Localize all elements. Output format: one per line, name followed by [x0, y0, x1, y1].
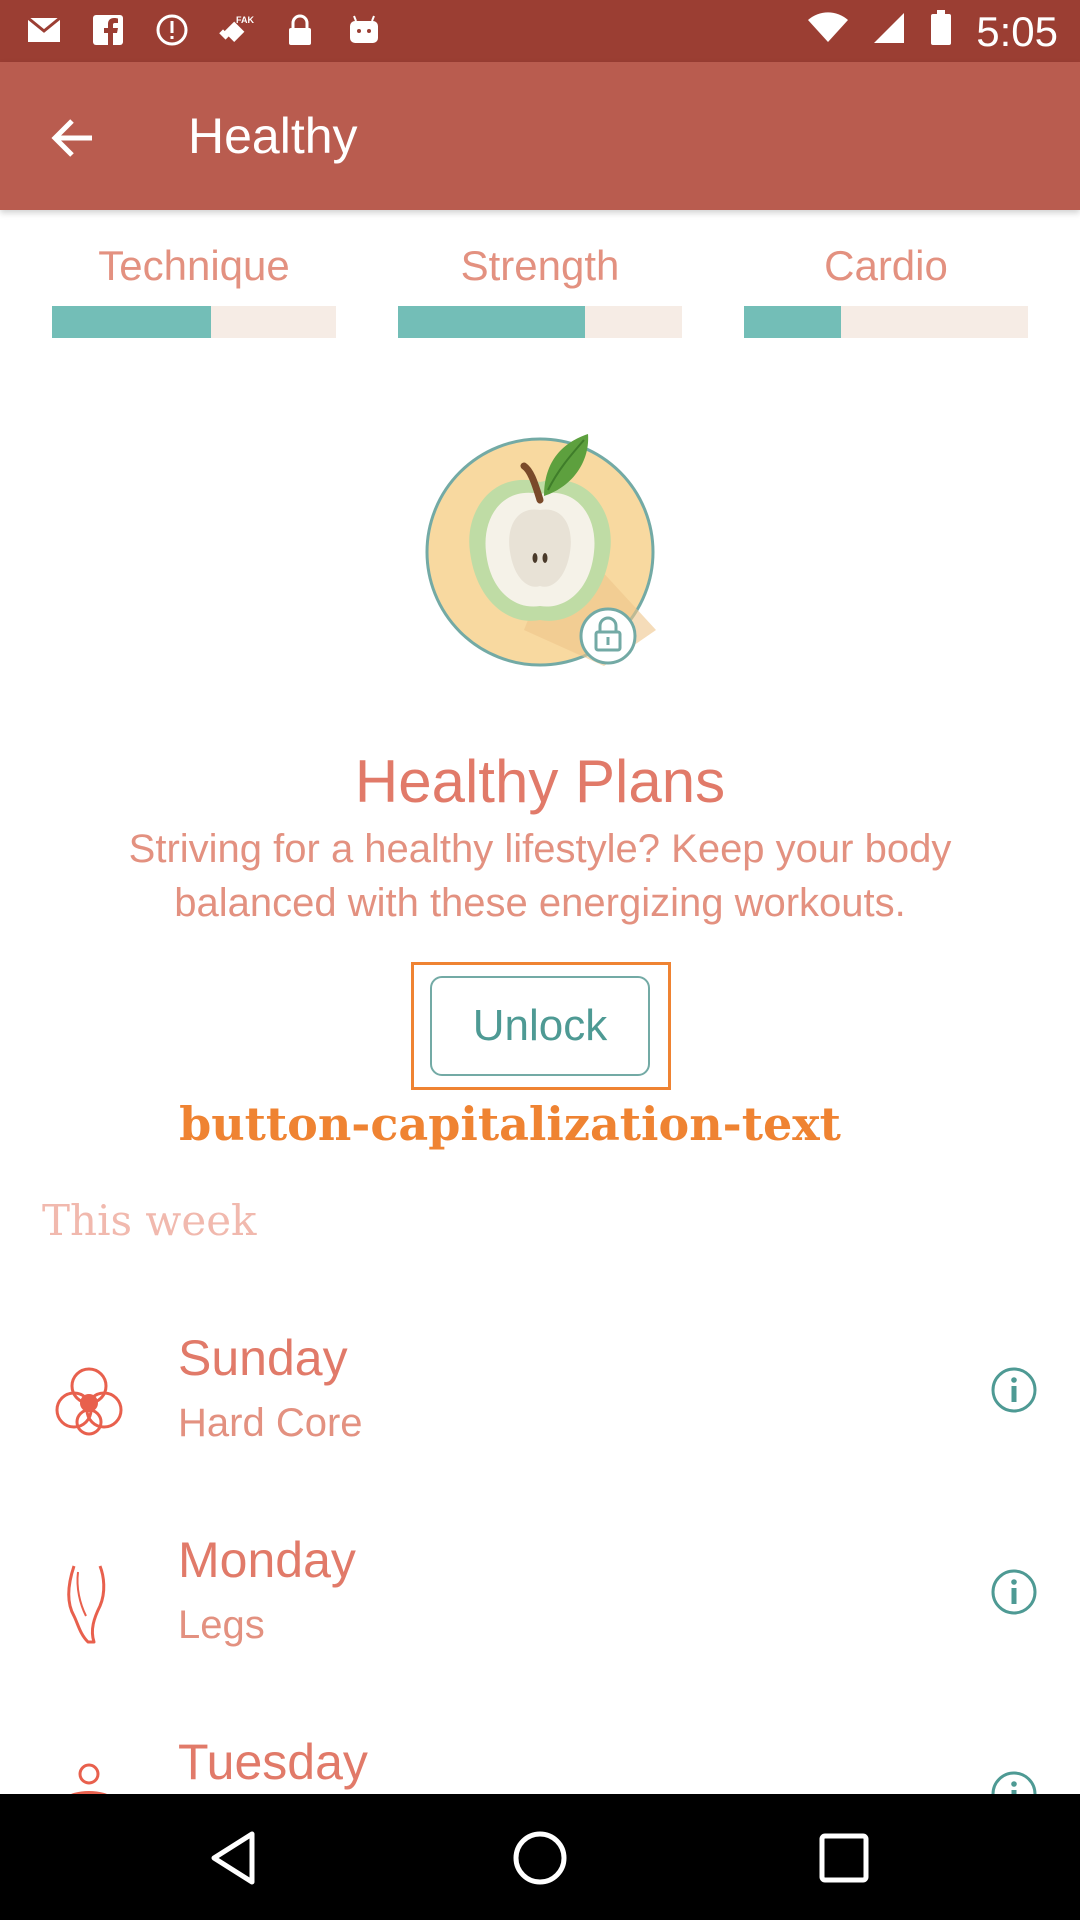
body-icon	[44, 1760, 134, 1794]
day-title: Sunday	[178, 1330, 348, 1386]
plan-description: Striving for a healthy lifestyle? Keep y…	[128, 827, 952, 925]
status-bar: FAKE 5:05	[0, 0, 1080, 62]
list-item-tuesday[interactable]: Tuesday	[0, 1720, 1080, 1794]
workout-name: Hard Core	[178, 1401, 363, 1445]
battery-icon	[930, 9, 952, 55]
signal-icon	[872, 11, 906, 54]
tab-label: Strength	[460, 242, 620, 289]
back-triangle-icon[interactable]	[200, 1822, 272, 1894]
info-icon[interactable]	[984, 1764, 1044, 1794]
day-title: Monday	[178, 1532, 356, 1588]
progress-fill	[52, 306, 212, 338]
android-icon	[346, 12, 382, 48]
workout-name: Legs	[178, 1603, 265, 1647]
page-title: Healthy	[188, 108, 358, 164]
progress-bar	[398, 306, 682, 338]
progress-bar	[744, 306, 1028, 338]
progress-fill	[744, 306, 841, 338]
tab-technique[interactable]: Technique	[52, 236, 336, 338]
tab-cardio[interactable]: Cardio	[744, 236, 1028, 338]
tab-label: Technique	[98, 242, 290, 289]
info-icon[interactable]	[984, 1562, 1044, 1622]
navigation-bar	[0, 1794, 1080, 1920]
section-heading: This week	[42, 1196, 257, 1245]
list-item-sunday[interactable]: Sunday Hard Core	[0, 1316, 1080, 1516]
lock-icon	[282, 12, 318, 48]
status-right: 5:05	[808, 8, 1058, 56]
core-icon	[44, 1356, 134, 1446]
annotation-label: button-capitalization-text	[179, 1097, 841, 1151]
leg-icon	[44, 1558, 134, 1648]
list-item-monday[interactable]: Monday Legs	[0, 1518, 1080, 1718]
unlock-button[interactable]: Unlock	[430, 976, 650, 1076]
recents-square-icon[interactable]	[808, 1822, 880, 1894]
status-time: 5:05	[976, 8, 1058, 55]
wifi-icon	[808, 11, 849, 53]
category-tabs: Technique Strength Cardio	[0, 236, 1080, 346]
svg-text:FAKE: FAKE	[236, 15, 254, 25]
progress-fill	[398, 306, 586, 338]
day-title: Tuesday	[178, 1734, 368, 1790]
app-bar: Healthy	[0, 62, 1080, 210]
progress-bar	[52, 306, 336, 338]
tab-label: Cardio	[824, 242, 948, 289]
mail-icon	[26, 12, 62, 48]
apple-illustration	[424, 430, 656, 670]
home-circle-icon[interactable]	[504, 1822, 576, 1894]
plan-title: Healthy Plans	[354, 748, 726, 815]
fake-gps-icon: FAKE	[218, 12, 254, 48]
facebook-icon	[90, 12, 126, 48]
back-button[interactable]	[30, 100, 114, 176]
alert-icon	[154, 12, 190, 48]
info-icon[interactable]	[984, 1360, 1044, 1420]
arrow-back-icon	[51, 119, 92, 157]
tab-strength[interactable]: Strength	[398, 236, 682, 338]
status-icons: FAKE	[26, 12, 382, 48]
